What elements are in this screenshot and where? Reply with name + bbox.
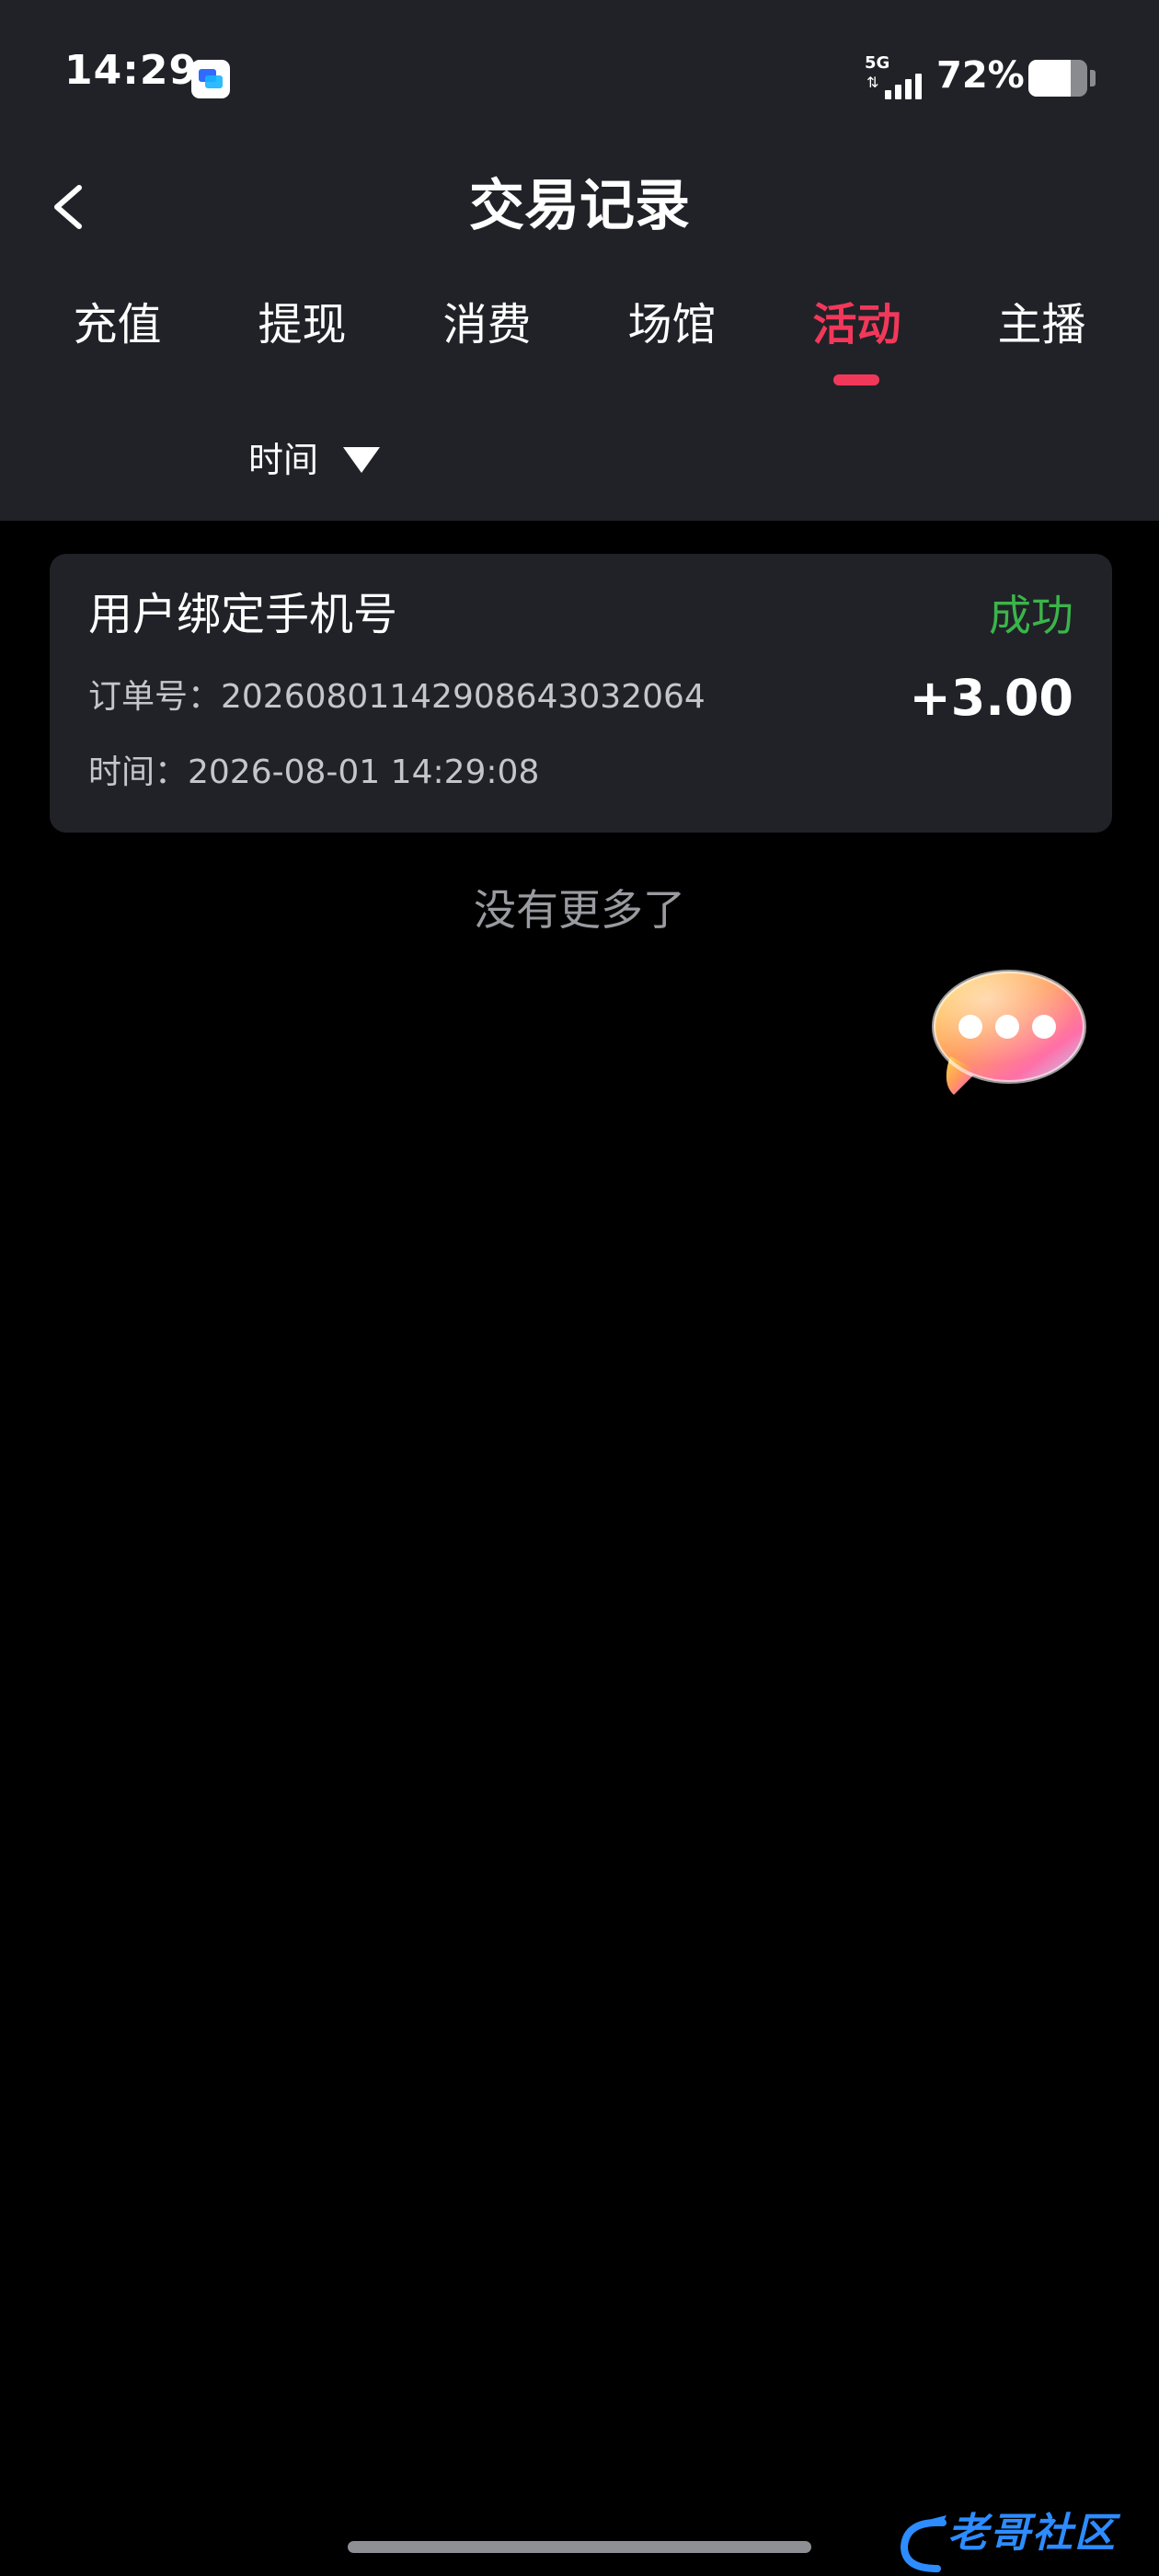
- cellular-signal-icon: 5G ⇅: [865, 55, 927, 99]
- filter-label: 时间: [248, 440, 319, 480]
- tab-bar: 充值 提现 消费 场馆 活动 主播: [25, 285, 1134, 386]
- dragon-logo-icon: [900, 2515, 947, 2572]
- battery-icon: [1028, 60, 1087, 97]
- notification-app-icon: [191, 60, 230, 98]
- transaction-card[interactable]: 用户绑定手机号 成功 订单号：20260801142908643032064 +…: [50, 554, 1112, 833]
- battery-level-fill: [1028, 60, 1072, 97]
- page-title: 交易记录: [469, 174, 690, 238]
- signal-bar: [895, 85, 901, 99]
- tab-label: 充值: [73, 299, 162, 351]
- battery-tip: [1090, 70, 1096, 86]
- status-badge: 成功: [989, 591, 1073, 640]
- signal-bar: [885, 90, 891, 99]
- data-activity-icon: ⇅: [866, 74, 879, 91]
- no-more-text: 没有更多了: [474, 885, 685, 935]
- transaction-amount: +3.00: [909, 669, 1073, 727]
- tab-consumption[interactable]: 消费: [395, 285, 580, 386]
- transaction-title: 用户绑定手机号: [88, 589, 398, 640]
- status-time: 14:29: [64, 47, 199, 94]
- app-screen: 14:29 5G ⇅ 72% 交易记录 充值 提现 消费 场馆 活动 主播 时间…: [0, 0, 1159, 2576]
- tab-venue[interactable]: 场馆: [580, 285, 764, 386]
- home-indicator[interactable]: [348, 2541, 811, 2553]
- tab-label: 提现: [258, 299, 347, 351]
- signal-bar: [905, 79, 912, 99]
- tab-label: 消费: [442, 299, 532, 351]
- active-tab-indicator: [833, 374, 879, 385]
- chat-bubble-button[interactable]: [924, 966, 1090, 1104]
- watermark-logo: 老哥社区: [897, 2510, 1154, 2576]
- battery-percentage: 72%: [936, 54, 1025, 97]
- time-filter-dropdown[interactable]: 时间: [248, 432, 381, 488]
- tab-label: 场馆: [627, 299, 717, 351]
- tab-withdraw[interactable]: 提现: [210, 285, 395, 386]
- tab-label: 活动: [812, 299, 901, 351]
- watermark-text: 老哥社区: [947, 2510, 1117, 2557]
- tab-label: 主播: [997, 299, 1086, 351]
- triangle-down-icon: [343, 447, 381, 473]
- signal-bar: [915, 74, 922, 99]
- tab-activity[interactable]: 活动: [764, 285, 949, 386]
- transaction-time: 时间：2026-08-01 14:29:08: [88, 753, 540, 791]
- order-number: 订单号：20260801142908643032064: [88, 678, 706, 716]
- page-header: 交易记录 充值 提现 消费 场馆 活动 主播 时间: [0, 138, 1159, 521]
- tab-streamer[interactable]: 主播: [949, 285, 1134, 386]
- tab-recharge[interactable]: 充值: [25, 285, 210, 386]
- chat-bubble-icon: [932, 970, 1086, 1095]
- network-type-label: 5G: [865, 53, 890, 73]
- status-bar: 14:29 5G ⇅ 72%: [0, 0, 1159, 138]
